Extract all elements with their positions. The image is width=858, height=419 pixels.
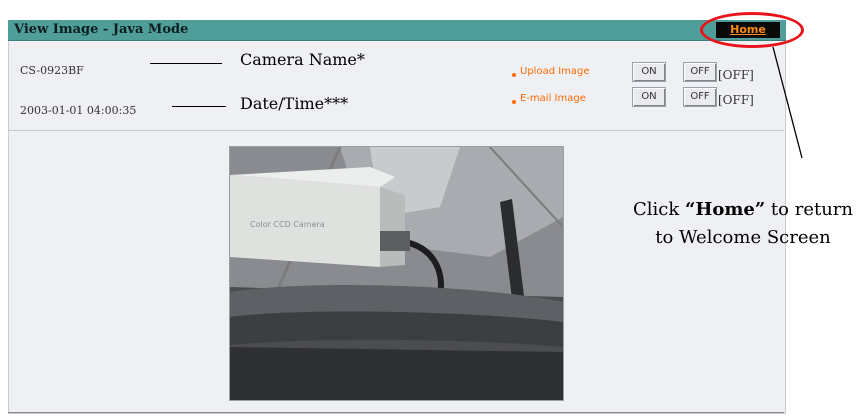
upload-image-link[interactable]: Upload Image (520, 66, 590, 77)
datetime-callout: Date/Time*** (240, 94, 349, 113)
upload-bullet-icon (512, 73, 516, 77)
upload-off-button[interactable]: OFF (683, 62, 717, 82)
camera-name-callout: Camera Name* (240, 50, 365, 69)
home-hint-prefix: Click (632, 199, 685, 220)
embedded-camera-label: Color CCD Camera (250, 220, 325, 229)
camera-image: Color CCD Camera (229, 146, 564, 401)
upload-status: [OFF] (718, 68, 754, 82)
home-hint-bold: “Home” (684, 199, 766, 220)
datetime-value: 2003-01-01 04:00:35 (20, 104, 137, 117)
email-status: [OFF] (718, 93, 754, 107)
datetime-pointer (172, 106, 226, 107)
email-image-link[interactable]: E-mail Image (520, 93, 586, 104)
email-bullet-icon (512, 100, 516, 104)
email-off-button[interactable]: OFF (683, 87, 717, 107)
footer-divider (8, 412, 784, 413)
home-button[interactable]: Home (716, 22, 780, 38)
upload-on-button[interactable]: ON (632, 62, 666, 82)
home-hint: Click “Home” to return to Welcome Screen (628, 196, 858, 252)
camera-name-pointer (150, 63, 222, 64)
page-title: View Image - Java Mode (14, 22, 189, 37)
camera-name-value: CS-0923BF (20, 64, 84, 77)
header-divider (8, 130, 784, 131)
camera-image-svg: Color CCD Camera (230, 147, 563, 400)
email-on-button[interactable]: ON (632, 87, 666, 107)
